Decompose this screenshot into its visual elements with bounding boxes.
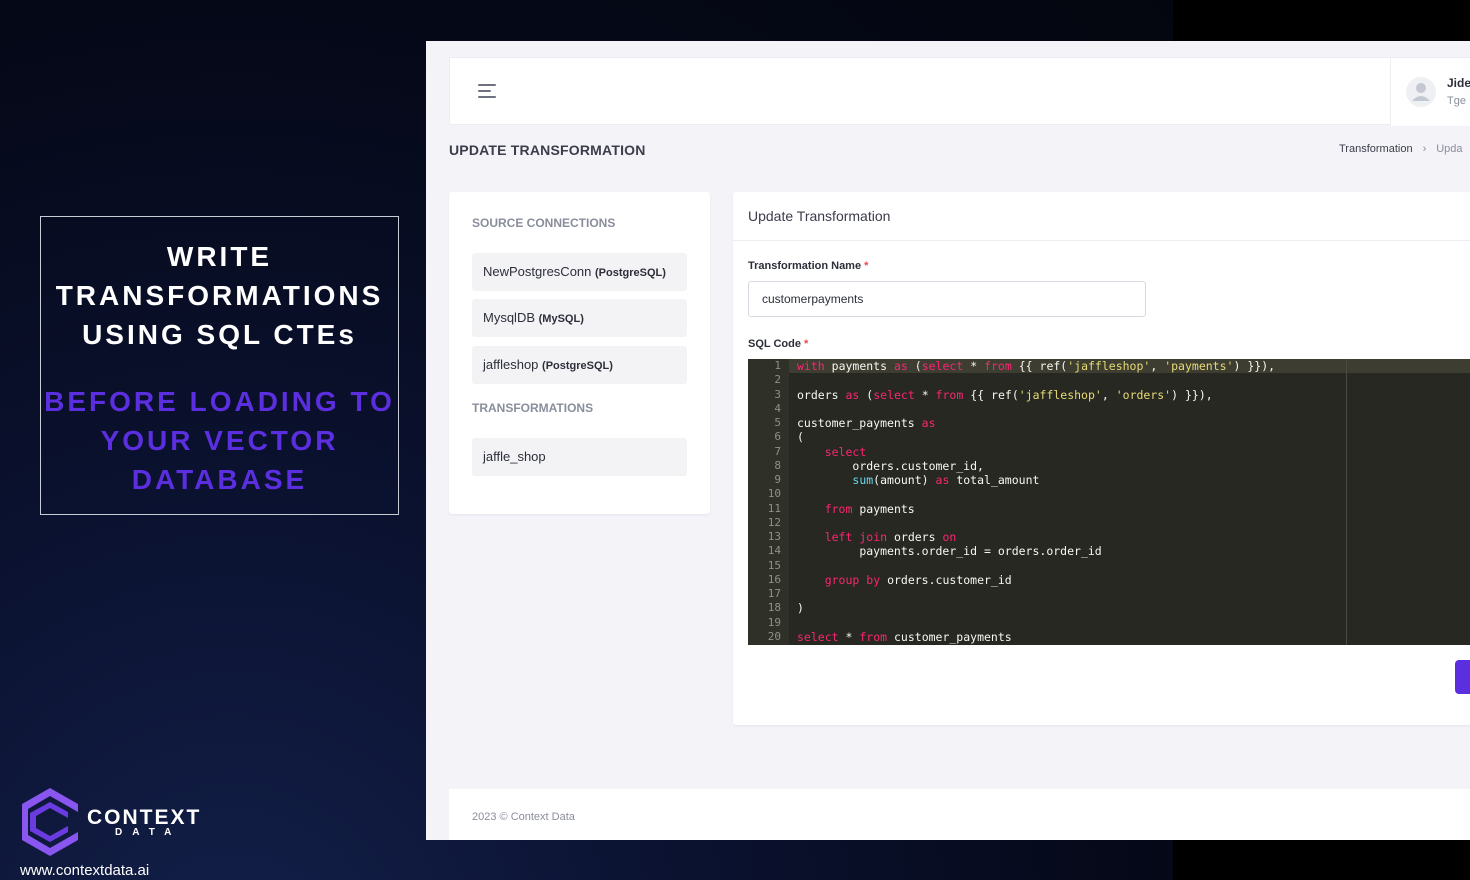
code-line: group by orders.customer_id bbox=[824, 572, 1012, 587]
line-number: 9 bbox=[774, 473, 781, 486]
connection-item[interactable]: MysqlDB (MySQL) bbox=[472, 299, 687, 337]
app-window: Jide Tge I UPDATE TRANSFORMATION Transfo… bbox=[426, 41, 1470, 840]
chevron-right-icon: › bbox=[1422, 143, 1427, 155]
avatar-icon bbox=[1406, 77, 1436, 107]
brand-sub: DATA bbox=[115, 827, 182, 838]
transformation-item[interactable]: jaffle_shop bbox=[472, 438, 687, 476]
source-connections-heading: SOURCE CONNECTIONS bbox=[472, 216, 616, 230]
line-number: 10 bbox=[767, 487, 781, 501]
code-line: from payments bbox=[824, 501, 915, 516]
code-line: orders.customer_id, bbox=[852, 458, 984, 473]
website-url: www.contextdata.ai bbox=[20, 862, 150, 879]
line-number: 18 bbox=[767, 601, 781, 615]
line-number: 2 bbox=[774, 373, 781, 387]
code-line: customer_payments as bbox=[797, 416, 936, 430]
code-line: sum(amount) as total_amount bbox=[852, 473, 1040, 487]
line-number: 8 bbox=[774, 458, 781, 472]
connection-item[interactable]: NewPostgresConn (PostgreSQL) bbox=[472, 253, 687, 291]
submit-button[interactable] bbox=[1455, 660, 1470, 694]
line-number: 19 bbox=[767, 615, 781, 629]
hamburger-menu-icon[interactable] bbox=[478, 84, 500, 100]
line-number: 5 bbox=[774, 416, 781, 429]
user-menu[interactable]: Jide Tge I bbox=[1390, 58, 1470, 126]
line-number: 14 bbox=[767, 544, 781, 558]
line-number: 3 bbox=[774, 387, 781, 401]
print-margin bbox=[1346, 359, 1347, 645]
breadcrumb-current: Upda bbox=[1436, 143, 1463, 155]
code-line: ) bbox=[797, 601, 804, 616]
card-title: Update Transformation bbox=[748, 208, 891, 224]
code-line: orders as (select * from {{ ref('jaffles… bbox=[797, 387, 1213, 402]
sql-code-editor[interactable]: 1 2 3 4 5 6 7 8 9 10 11 12 13 14 15 16 17 18 19 20 with pay… bbox=[748, 359, 1470, 645]
page-title: UPDATE TRANSFORMATION bbox=[449, 142, 646, 158]
user-name: Jide bbox=[1447, 76, 1470, 90]
breadcrumb: Transformation › Upda bbox=[1339, 143, 1463, 155]
code-line: left join orders on bbox=[824, 530, 957, 544]
footer-text: 2023 © Context Data bbox=[472, 811, 575, 823]
line-number: 17 bbox=[767, 587, 781, 600]
transformation-name-label: Transformation Name * bbox=[748, 260, 869, 272]
promo-headline: WRITE TRANSFORMATIONS USING SQL CTEs bbox=[55, 241, 384, 350]
user-role: Tge I bbox=[1447, 95, 1470, 107]
footer: 2023 © Context Data bbox=[449, 789, 1470, 840]
line-number: 12 bbox=[767, 515, 781, 529]
line-number: 7 bbox=[774, 444, 781, 458]
transformations-heading: TRANSFORMATIONS bbox=[472, 401, 594, 415]
code-line: with payments as (select * from {{ ref('… bbox=[797, 359, 1276, 373]
update-transformation-card: Update Transformation Transformation Nam… bbox=[733, 192, 1470, 725]
promo-subheadline: BEFORE LOADING TO YOUR VECTOR DATABASE bbox=[44, 386, 395, 495]
line-number: 1 bbox=[774, 359, 781, 372]
promo-box: WRITE TRANSFORMATIONS USING SQL CTEs BEF… bbox=[40, 216, 399, 515]
background-band-bottom bbox=[1173, 840, 1470, 880]
line-number: 15 bbox=[767, 558, 781, 572]
line-number: 13 bbox=[767, 530, 781, 543]
top-bar: Jide Tge I bbox=[449, 57, 1470, 126]
background-band-top bbox=[1173, 0, 1470, 42]
connection-item[interactable]: jaffleshop (PostgreSQL) bbox=[472, 346, 687, 384]
sql-code-label: SQL Code * bbox=[748, 338, 809, 350]
transformation-name-input[interactable] bbox=[748, 281, 1146, 317]
breadcrumb-transformation-link[interactable]: Transformation bbox=[1339, 143, 1413, 155]
line-number: 6 bbox=[774, 430, 781, 444]
line-number: 4 bbox=[774, 401, 781, 415]
line-number: 20 bbox=[767, 629, 781, 643]
sidebar-card: SOURCE CONNECTIONS NewPostgresConn (Post… bbox=[449, 192, 710, 514]
line-number-gutter: 1 2 3 4 5 6 7 8 9 10 11 12 13 14 15 16 17 18 19 20 bbox=[748, 359, 789, 645]
code-line: ( bbox=[797, 430, 804, 445]
code-line: select * from customer_payments bbox=[797, 629, 1012, 644]
code-line: payments.order_id = orders.order_id bbox=[859, 544, 1102, 559]
line-number: 16 bbox=[767, 572, 781, 586]
code-line: select bbox=[824, 444, 867, 459]
line-number: 11 bbox=[767, 501, 781, 515]
divider bbox=[733, 240, 1470, 241]
